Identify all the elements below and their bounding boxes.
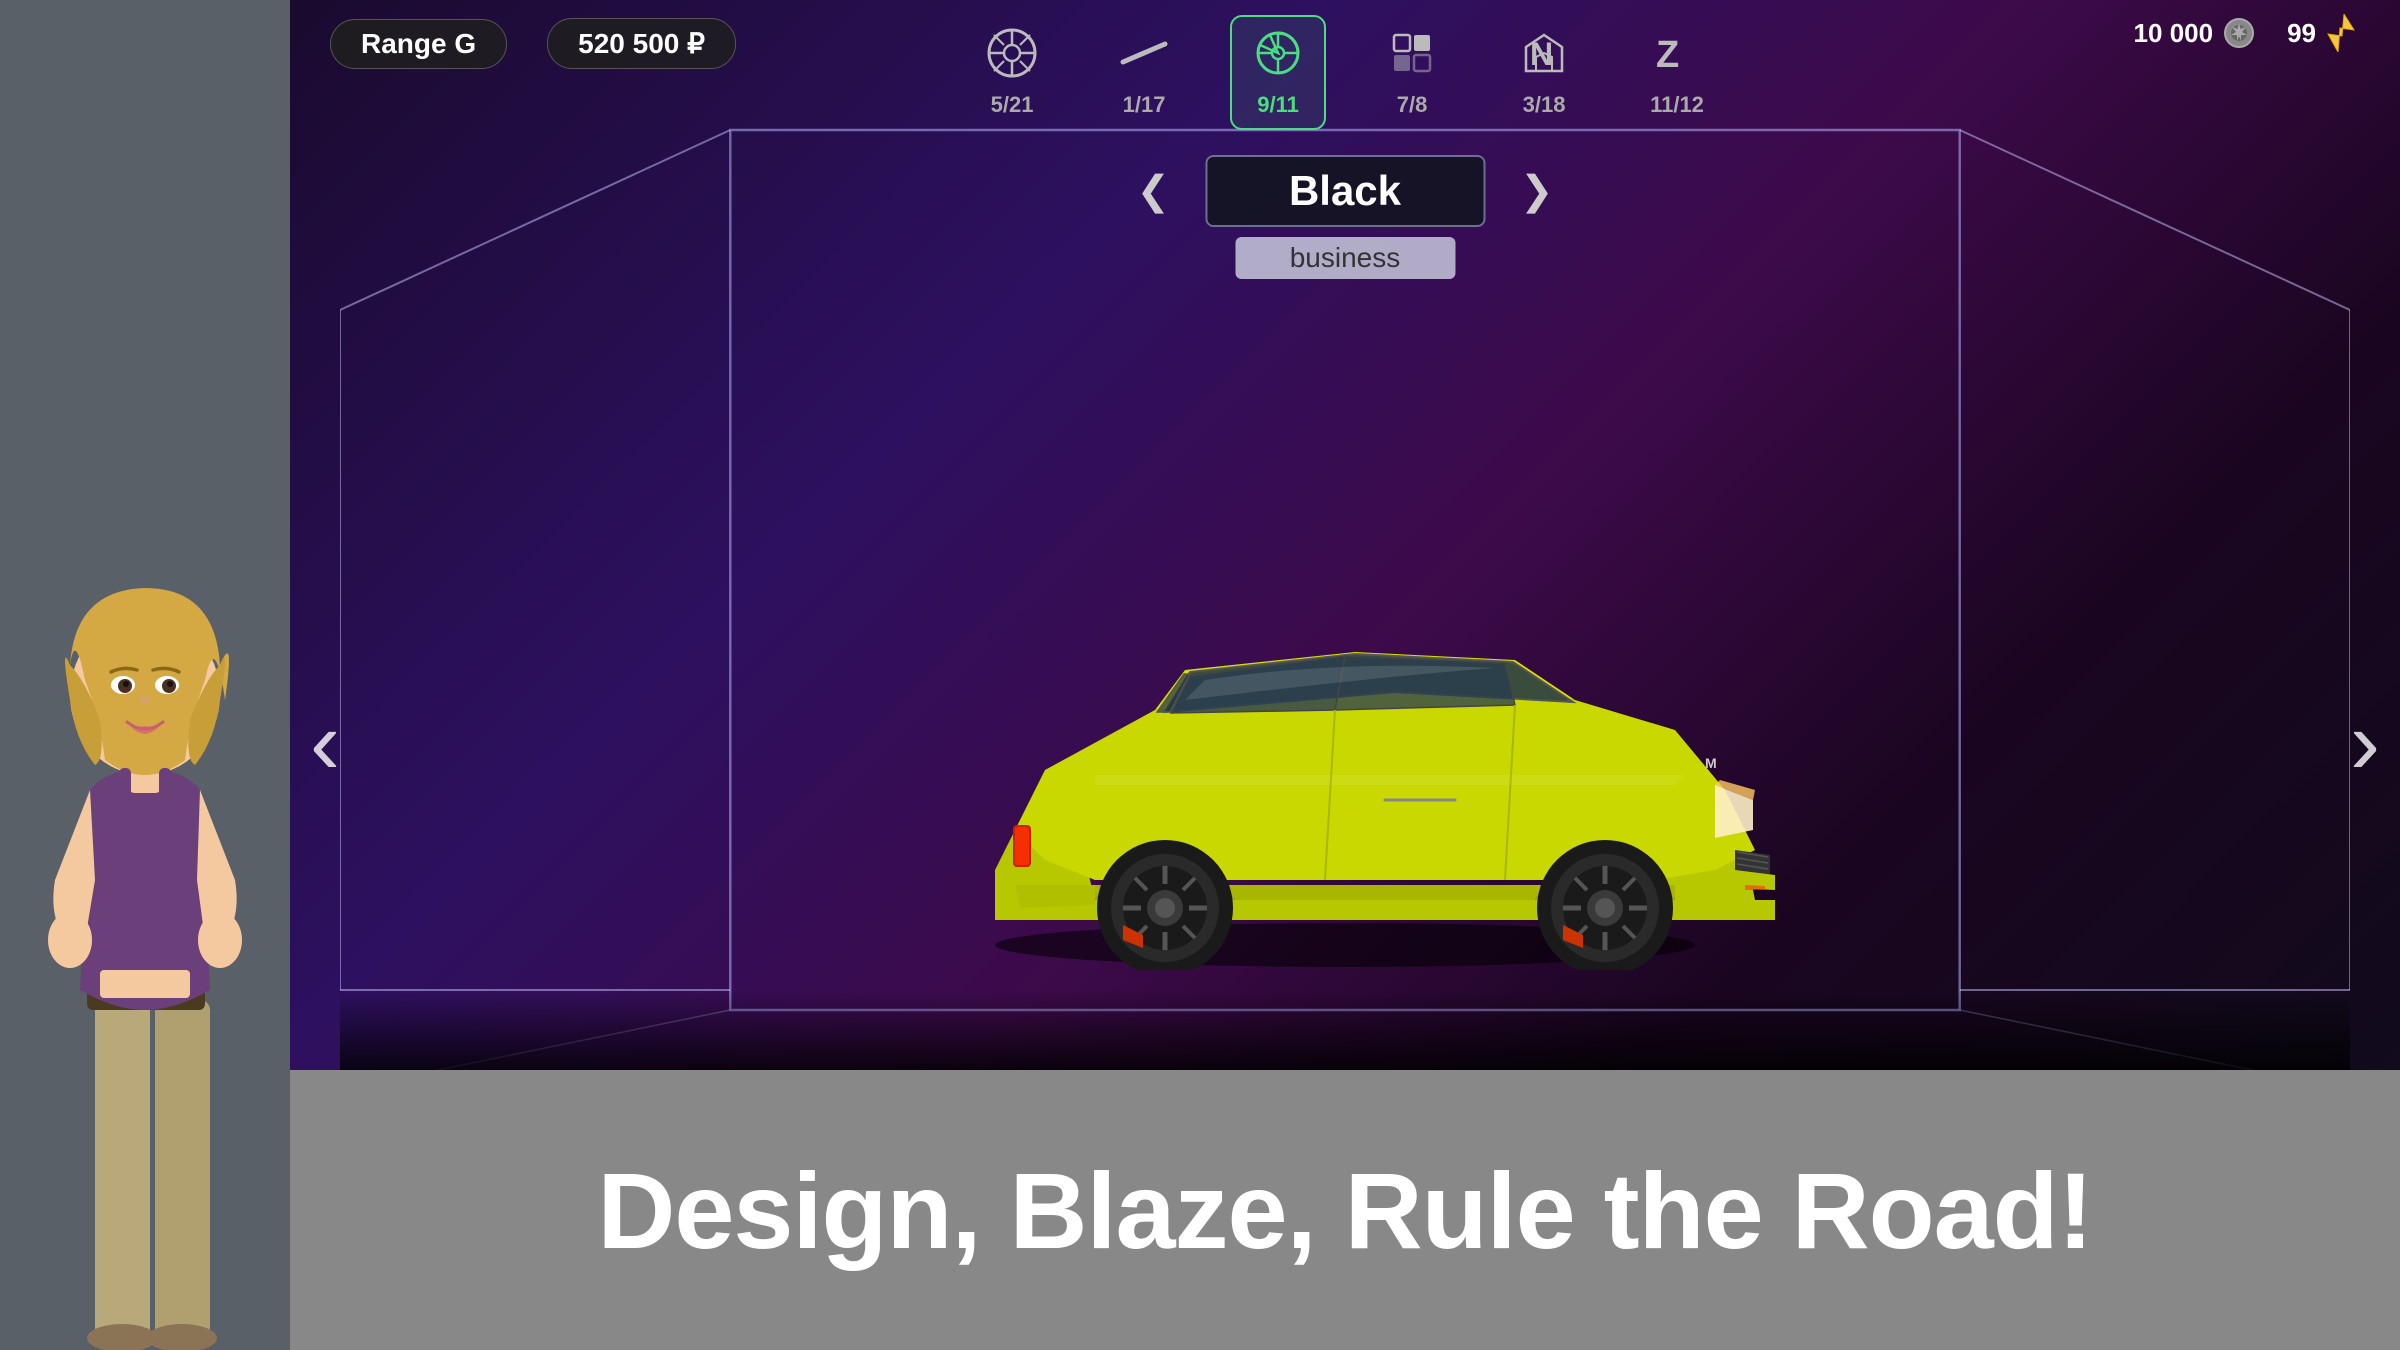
character-area: [10, 450, 280, 1350]
color-selector: ❮ Black ❯ business: [1121, 155, 1568, 279]
tab-style1[interactable]: N 3/18: [1498, 17, 1590, 128]
color-icon: [1252, 27, 1304, 87]
character-figure: [15, 500, 275, 1350]
style1-count: 3/18: [1523, 92, 1566, 118]
car-display: M: [895, 590, 1795, 1010]
floor: [340, 990, 2350, 1070]
nav-right-arrow[interactable]: ›: [2350, 698, 2380, 788]
style2-count: 11/12: [1650, 92, 1704, 118]
wheels-count: 5/21: [991, 92, 1034, 118]
tagline: Design, Blaze, Rule the Road!: [597, 1148, 2092, 1273]
color-name-display: Black: [1205, 155, 1485, 227]
stripe-icon: [1118, 27, 1170, 87]
showcase: ❮ Black ❯ business: [340, 110, 2350, 1070]
nav-left-arrow[interactable]: ‹: [310, 698, 340, 788]
color-name-bar: ❮ Black ❯: [1121, 155, 1568, 227]
wrap-count: 7/8: [1397, 92, 1428, 118]
icon-tabs: 5/21 1/17: [290, 0, 2400, 130]
tab-style2[interactable]: Z 11/12: [1630, 17, 1724, 128]
tab-wheels[interactable]: 5/21: [966, 17, 1058, 128]
stripe-count: 1/17: [1123, 92, 1166, 118]
svg-text:M: M: [1705, 755, 1717, 771]
car-svg: M: [895, 590, 1795, 970]
bottom-section: Design, Blaze, Rule the Road!: [290, 1070, 2400, 1350]
color-next-arrow[interactable]: ❯: [1505, 163, 1569, 219]
color-count: 9/11: [1257, 92, 1299, 118]
style1-icon: N: [1518, 27, 1570, 87]
svg-text:N: N: [1530, 36, 1553, 72]
svg-text:Z: Z: [1656, 34, 1679, 76]
wheels-icon: [986, 27, 1038, 87]
wrap-icon: [1386, 27, 1438, 87]
color-prev-arrow[interactable]: ❮: [1121, 163, 1185, 219]
color-type-display: business: [1235, 237, 1455, 279]
tab-color[interactable]: 9/11: [1230, 15, 1326, 130]
tab-wrap[interactable]: 7/8: [1366, 17, 1458, 128]
style2-icon: Z: [1651, 27, 1703, 87]
left-panel: [0, 0, 290, 1350]
tab-stripe[interactable]: 1/17: [1098, 17, 1190, 128]
